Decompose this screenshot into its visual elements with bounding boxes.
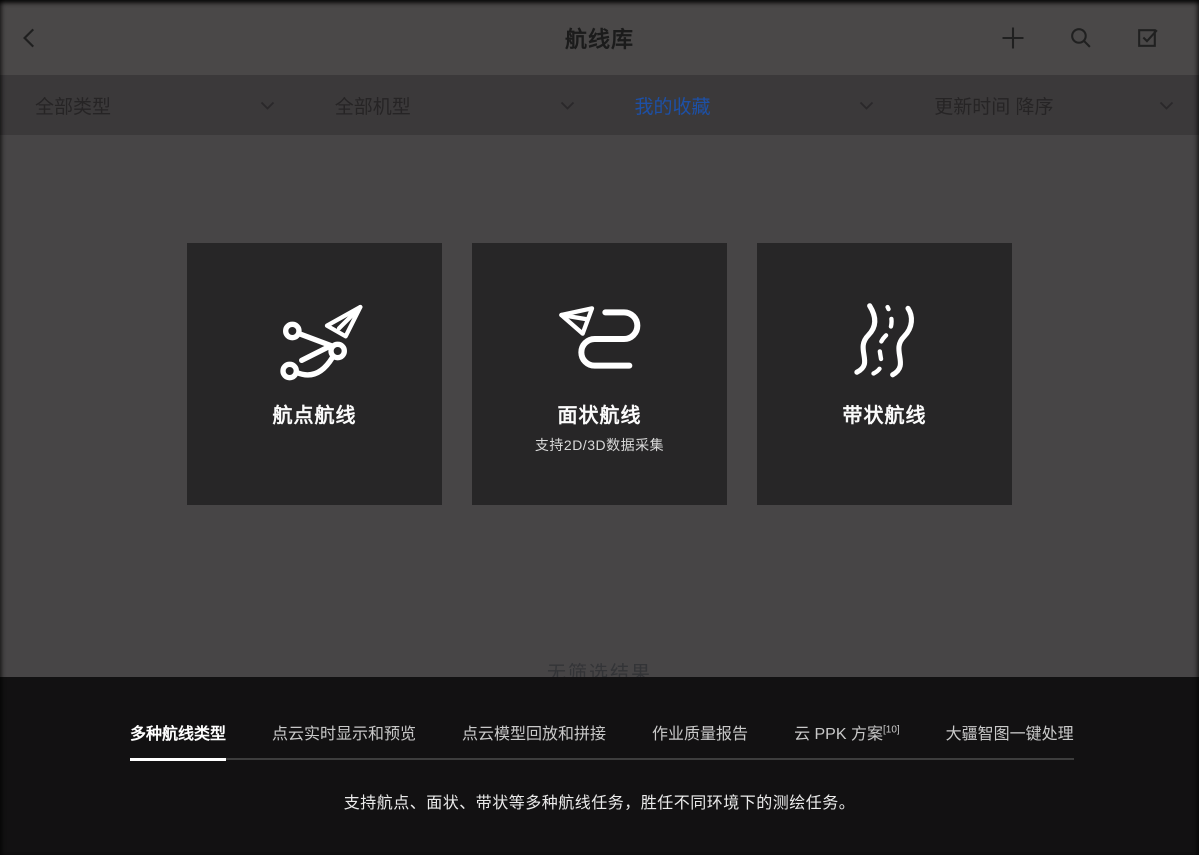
chevron-down-icon: [560, 101, 575, 110]
filter-favorites-label: 我的收藏: [635, 92, 860, 119]
filter-type-label: 全部类型: [35, 92, 260, 119]
header-actions: [999, 0, 1161, 75]
filter-model-dropdown[interactable]: 全部机型: [300, 75, 600, 135]
tab-cloud-ppk[interactable]: 云 PPK 方案[10]: [794, 720, 900, 758]
search-button[interactable]: [1066, 24, 1094, 52]
card-waypoint-route[interactable]: 航点航线: [187, 243, 442, 505]
card-area-route[interactable]: 面状航线 支持2D/3D数据采集: [472, 243, 727, 505]
card-subtitle: 支持2D/3D数据采集: [535, 435, 664, 455]
add-route-button[interactable]: [999, 24, 1027, 52]
tab-label: 点云实时显示和预览: [272, 726, 416, 743]
filter-favorites-dropdown[interactable]: 我的收藏: [600, 75, 900, 135]
tab-label: 点云模型回放和拼接: [462, 726, 606, 743]
tab-pointcloud-playback[interactable]: 点云模型回放和拼接: [462, 720, 606, 758]
tab-quality-report[interactable]: 作业质量报告: [652, 720, 748, 758]
card-title: 面状航线: [558, 399, 642, 428]
tab-label: 大疆智图一键处理: [946, 726, 1074, 743]
tab-route-types[interactable]: 多种航线类型: [130, 720, 226, 758]
header: 航线库: [0, 0, 1199, 75]
feature-tabs: 多种航线类型 点云实时显示和预览 点云模型回放和拼接 作业质量报告 云 PPK …: [130, 720, 1074, 760]
filter-sort-label: 更新时间 降序: [934, 92, 1159, 119]
chevron-down-icon: [1159, 101, 1174, 110]
tab-dji-terra[interactable]: 大疆智图一键处理: [946, 720, 1074, 758]
chevron-down-icon: [859, 101, 874, 110]
tab-label: 云 PPK 方案: [794, 726, 883, 743]
tab-pointcloud-preview[interactable]: 点云实时显示和预览: [272, 720, 416, 758]
plus-icon: [999, 24, 1027, 52]
multi-select-button[interactable]: [1133, 24, 1161, 52]
route-library-screen: 航线库: [0, 0, 1199, 855]
card-title: 带状航线: [843, 399, 927, 428]
card-corridor-route[interactable]: 带状航线: [757, 243, 1012, 505]
filter-bar: 全部类型 全部机型 我的收藏 更新时间 降序: [0, 75, 1199, 135]
tab-label: 多种航线类型: [130, 726, 226, 743]
card-title: 航点航线: [273, 399, 357, 428]
filter-sort-dropdown[interactable]: 更新时间 降序: [899, 75, 1199, 135]
filter-type-dropdown[interactable]: 全部类型: [0, 75, 300, 135]
filter-model-label: 全部机型: [335, 92, 560, 119]
search-icon: [1068, 25, 1093, 50]
corridor-route-icon: [839, 285, 931, 393]
waypoint-route-icon: [267, 285, 363, 393]
area-route-icon: [552, 285, 648, 393]
tab-superscript: [10]: [883, 725, 900, 736]
feature-description: 支持航点、面状、带状等多种航线任务，胜任不同环境下的测绘任务。: [0, 789, 1199, 813]
tab-label: 作业质量报告: [652, 726, 748, 743]
checkbox-check-icon: [1135, 25, 1160, 50]
feature-intro-sheet: 多种航线类型 点云实时显示和预览 点云模型回放和拼接 作业质量报告 云 PPK …: [0, 677, 1199, 855]
chevron-down-icon: [260, 101, 275, 110]
